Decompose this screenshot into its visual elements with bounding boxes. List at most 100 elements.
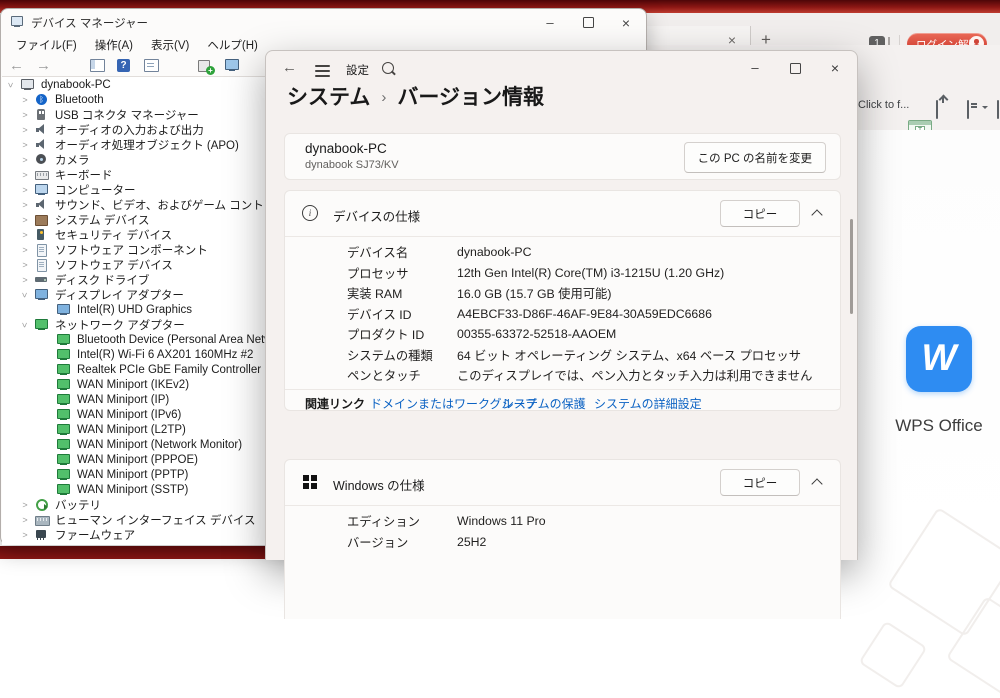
forward-arrow-icon[interactable] (36, 57, 52, 74)
breadcrumb-system[interactable]: システム (287, 86, 370, 109)
computer-icon (21, 78, 35, 91)
settings-window: ← 設定 – × システム › バージョン情報 dynabook-PC dynabo… (265, 50, 858, 619)
minimize-button[interactable]: – (531, 10, 569, 35)
spec-row: デバイス名 dynabook-PC (285, 242, 840, 263)
tree-item-label: セキュリティ デバイス (55, 229, 173, 242)
screen: { "wps": { "app_name": "WPS Office", "br… (0, 0, 1000, 698)
device-manager-titlebar[interactable]: デバイス マネージャー – × (1, 9, 646, 35)
link-system-protection[interactable]: システムの保護 (502, 395, 586, 412)
audio-icon (35, 138, 49, 151)
display-adapter-icon (35, 288, 49, 301)
breadcrumb: システム › バージョン情報 (287, 81, 544, 111)
keyboard-icon (35, 168, 49, 181)
spec-row: プロダクト ID 00355-63372-52518-AAOEM (285, 324, 840, 345)
tree-item-label: カメラ (55, 154, 90, 167)
chevron-up-icon[interactable] (811, 209, 823, 221)
tree-item-label: dynabook-PC (41, 78, 111, 91)
expand-chevron-icon[interactable] (18, 500, 32, 510)
maximize-button[interactable] (775, 53, 815, 83)
hamburger-menu-icon[interactable] (315, 65, 330, 67)
divider (285, 389, 840, 390)
menu-item[interactable]: ヘルプ(H) (198, 35, 266, 54)
network-adapter-icon (57, 363, 71, 376)
console-tree-icon[interactable] (90, 58, 106, 73)
update-driver-icon[interactable] (198, 58, 215, 75)
pc-name-card: dynabook-PC dynabook SJ73/KV この PC の名前を変… (284, 133, 841, 180)
usb-icon (35, 108, 49, 121)
menu-item[interactable]: ファイル(F) (7, 35, 86, 54)
back-icon[interactable]: ← (282, 59, 297, 76)
device-spec-rows: デバイス名 dynabook-PC プロセッサ 12th Gen Intel(R… (285, 242, 840, 386)
expand-chevron-icon[interactable] (18, 320, 32, 330)
expand-chevron-icon[interactable] (18, 155, 32, 165)
tree-item-label: Intel(R) UHD Graphics (77, 303, 193, 316)
expand-chevron-icon[interactable] (18, 260, 32, 270)
expand-chevron-icon[interactable] (18, 185, 32, 195)
expand-chevron-icon[interactable] (18, 140, 32, 150)
menu-item[interactable]: 操作(A) (86, 35, 142, 54)
tree-item-label: Bluetooth (55, 93, 104, 106)
expand-chevron-icon[interactable] (18, 530, 32, 540)
wps-w-glyph: W (921, 337, 957, 378)
tree-item-label: システム デバイス (55, 214, 150, 227)
sep[interactable] (171, 58, 187, 73)
expand-chevron-icon[interactable] (18, 230, 32, 240)
copy-button[interactable]: コピー (720, 469, 800, 496)
audio-icon (35, 198, 49, 211)
spec-row: バージョン 25H2 (285, 532, 840, 553)
close-button[interactable]: × (815, 53, 855, 83)
spec-row: ペンとタッチ このディスプレイでは、ペン入力とタッチ入力は利用できません (285, 365, 840, 386)
link-advanced-system-settings[interactable]: システムの詳細設定 (594, 395, 702, 412)
spec-value: 16.0 GB (15.7 GB 使用可能) (457, 287, 612, 302)
back-arrow-icon[interactable] (9, 57, 25, 74)
spec-label: システムの種類 (347, 348, 433, 363)
windows-specs-card: Windows の仕様 コピー エディション Windows 11 Pro バー… (284, 459, 841, 619)
expand-chevron-icon[interactable] (18, 110, 32, 120)
expand-chevron-icon[interactable] (18, 275, 32, 285)
spec-value: 64 ビット オペレーティング システム、x64 ベース プロセッサ (457, 348, 801, 363)
maximize-button[interactable] (569, 10, 607, 35)
expand-chevron-icon[interactable] (18, 95, 32, 105)
tree-item-label: Bluetooth Device (Personal Area Network) (77, 333, 293, 346)
expand-chevron-icon[interactable] (18, 215, 32, 225)
search-icon[interactable] (382, 62, 394, 74)
chevron-up-icon[interactable] (811, 478, 823, 490)
tree-item-label: WAN Miniport (PPTP) (77, 468, 189, 481)
device-specs-header[interactable]: i デバイスの仕様 コピー (285, 191, 840, 236)
expand-chevron-icon[interactable] (4, 80, 18, 90)
software-component-icon (35, 243, 49, 257)
security-device-icon (35, 228, 49, 241)
expand-chevron-icon[interactable] (18, 200, 32, 210)
sep[interactable] (63, 58, 79, 73)
tree-item-label: ヒューマン インターフェイス デバイス (55, 514, 256, 527)
help-icon[interactable] (117, 58, 133, 73)
expand-chevron-icon[interactable] (18, 125, 32, 135)
spec-value: A4EBCF33-D86F-46AF-9E84-30A59EDC6686 (457, 306, 712, 321)
scrollbar-thumb[interactable] (850, 219, 853, 314)
expand-chevron-icon[interactable] (18, 290, 32, 300)
properties-icon[interactable] (144, 58, 160, 73)
expand-chevron-icon[interactable] (18, 170, 32, 180)
spec-value: dynabook-PC (457, 245, 532, 260)
spec-value: 12th Gen Intel(R) Core(TM) i3-1215U (1.2… (457, 265, 725, 280)
spec-value: 25H2 (457, 534, 487, 549)
copy-button[interactable]: コピー (720, 200, 800, 227)
edge-panel-icon[interactable] (997, 100, 999, 119)
close-button[interactable]: × (607, 10, 645, 35)
audio-icon (35, 123, 49, 136)
export-icon[interactable] (967, 100, 969, 119)
expand-chevron-icon[interactable] (18, 245, 32, 255)
share-icon[interactable] (936, 100, 938, 119)
spec-label: プロダクト ID (347, 328, 425, 343)
tree-item-label: オーディオの入力および出力 (55, 124, 204, 137)
minimize-button[interactable]: – (735, 53, 775, 83)
menu-item[interactable]: 表示(V) (142, 35, 198, 54)
expand-chevron-icon[interactable] (18, 515, 32, 525)
tree-item-label: WAN Miniport (IPv6) (77, 408, 182, 421)
windows-specs-header[interactable]: Windows の仕様 コピー (285, 460, 840, 505)
bluetooth-icon (35, 93, 49, 106)
chevron-down-icon[interactable] (982, 106, 988, 112)
scan-hardware-icon[interactable] (225, 58, 241, 73)
rename-pc-button[interactable]: この PC の名前を変更 (683, 142, 826, 173)
windows-logo-icon (303, 475, 309, 481)
